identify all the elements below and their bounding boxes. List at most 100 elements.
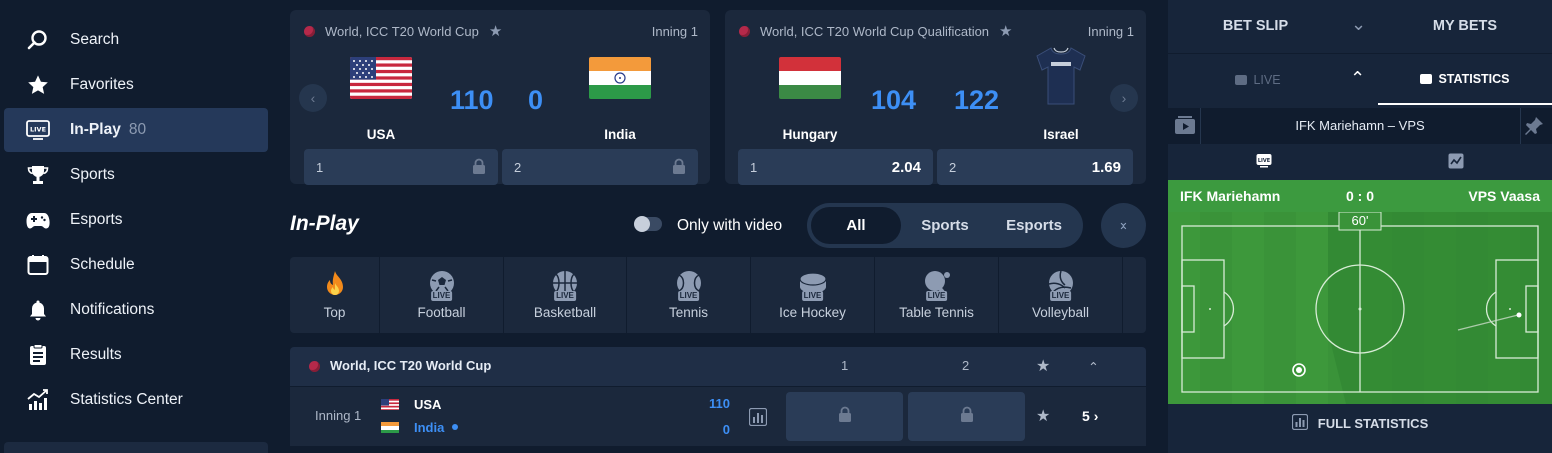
sport-tab-football[interactable]: LIVE Football [380, 257, 504, 333]
away-score: 122 [954, 85, 1000, 115]
odds-label: 1 [316, 159, 324, 175]
sidebar-item-label: Schedule [70, 256, 135, 273]
sport-tab-table-tennis[interactable]: LIVE Table Tennis [875, 257, 999, 333]
home-team-name: USA [366, 127, 396, 142]
video-only-toggle[interactable] [634, 216, 662, 232]
sidebar-item-label: Search [70, 31, 120, 48]
tab-my-bets[interactable]: MY BETS [1378, 0, 1552, 52]
odds-button-home[interactable]: 1 2.04 [738, 149, 933, 185]
bell-icon [26, 298, 50, 322]
tab-statistics[interactable]: STATISTICS [1378, 55, 1552, 105]
filter-sports[interactable]: Sports [901, 207, 989, 244]
odds-button-home[interactable]: 1 [304, 149, 498, 185]
sidebar-item-statistics-center[interactable]: Statistics Center [4, 378, 268, 422]
filter-all[interactable]: All [811, 207, 901, 244]
prev-arrow-button[interactable]: ‹ [299, 84, 327, 112]
sport-label: Basketball [533, 305, 597, 320]
basketball-live-icon: LIVE [551, 269, 579, 301]
match-minute: 60' [1351, 213, 1369, 228]
pitch-tracker: 60' [1168, 212, 1552, 404]
search-icon [26, 28, 50, 52]
odds-value: 1.69 [1091, 158, 1121, 176]
next-arrow-button[interactable]: › [1110, 84, 1138, 112]
tab-live-label: LIVE [1253, 73, 1281, 87]
sport-tab-top[interactable]: Top [290, 257, 380, 333]
home-score: 104 [871, 85, 917, 115]
chevron-up-icon[interactable]: ⌄ [1088, 358, 1099, 374]
sidebar-item-favorites[interactable]: Favorites [4, 63, 268, 107]
away-score: 0 [528, 85, 544, 115]
sidebar-item-in-play[interactable]: LIVE In-Play 80 [4, 108, 268, 152]
event-group-title: World, ICC T20 World Cup [330, 358, 492, 373]
sidebar-item-results[interactable]: Results [4, 333, 268, 377]
in-play-count-badge: 80 [128, 121, 147, 138]
favorite-star-icon[interactable]: ★ [489, 22, 502, 40]
tab-statistics-label: STATISTICS [1438, 72, 1510, 86]
ice-hockey-live-icon: LIVE [798, 269, 828, 301]
sport-label: Ice Hockey [779, 305, 846, 320]
scoreboard: IFK Mariehamn 0 : 0 VPS Vaasa [1168, 180, 1552, 212]
lock-icon [672, 158, 686, 177]
chevron-up-icon[interactable]: ⌄ [1350, 66, 1365, 87]
sidebar-item-search[interactable]: Search [4, 18, 268, 62]
inning-status: Inning 1 [651, 23, 698, 39]
live-badge: LIVE [677, 291, 700, 301]
chevron-right-icon: › [1093, 408, 1099, 424]
stats-icon [1291, 413, 1308, 433]
cricket-ball-icon [309, 361, 320, 372]
gamepad-icon [26, 208, 50, 232]
sport-tab-tennis[interactable]: LIVE Tennis [627, 257, 751, 333]
statistics-icon[interactable] [1448, 153, 1464, 174]
bet-slip-panel: BET SLIP ⌄ MY BETS LIVE ⌄ STATISTICS IFK… [1168, 0, 1552, 453]
serving-indicator [452, 424, 458, 430]
live-icon: LIVE [26, 118, 50, 142]
favorite-star-icon[interactable]: ★ [1036, 356, 1050, 376]
match-selector-bar[interactable]: IFK Mariehamn – VPS [1168, 108, 1552, 144]
stats-icon[interactable] [748, 407, 768, 431]
sidebar-item-schedule[interactable]: Schedule [4, 243, 268, 287]
tab-bet-slip[interactable]: BET SLIP [1168, 0, 1343, 52]
match-card[interactable]: World, ICC T20 World Cup Qualification ★… [725, 10, 1146, 185]
favorite-star-icon[interactable]: ★ [999, 22, 1012, 40]
sidebar-item-sports[interactable]: Sports [4, 153, 268, 197]
sidebar-item-label: Results [70, 346, 122, 363]
chevron-down-icon[interactable]: ⌄ [1351, 14, 1366, 35]
odds-button-away[interactable]: 2 [502, 149, 698, 185]
statistics-icon [1420, 74, 1433, 84]
home-team-name: USA [414, 397, 442, 412]
live-icon[interactable]: LIVE [1256, 153, 1272, 174]
pin-icon[interactable] [1524, 116, 1544, 141]
sidebar-item-label: Statistics Center [70, 391, 183, 408]
column-header-1: 1 [841, 358, 849, 373]
match-title: IFK Mariehamn – VPS [1295, 118, 1425, 133]
chevron-right-icon: › [1121, 90, 1127, 106]
india-flag-icon [589, 57, 651, 99]
event-status: Inning 1 [315, 408, 362, 423]
more-markets-link[interactable]: 5 › [1082, 408, 1098, 424]
live-badge: LIVE [925, 291, 948, 301]
sidebar-item-label: Notifications [70, 301, 155, 318]
odds-label: 2 [514, 159, 522, 175]
filter-segmented-control: All Sports Esports [807, 203, 1083, 248]
event-group-header[interactable]: World, ICC T20 World Cup 1 2 ★ ⌄ [290, 347, 1146, 386]
odds-button-away[interactable] [908, 392, 1025, 441]
collapse-all-button[interactable]: ⌄ ⌄ [1101, 203, 1146, 248]
sidebar-footer-panel [4, 442, 268, 453]
more-markets-count: 5 [1082, 408, 1090, 424]
svg-text:LIVE: LIVE [1258, 158, 1271, 164]
sport-tab-volleyball[interactable]: LIVE Volleyball [999, 257, 1123, 333]
sport-tab-basketball[interactable]: LIVE Basketball [504, 257, 627, 333]
star-icon [26, 73, 50, 97]
sidebar-item-esports[interactable]: Esports [4, 198, 268, 242]
hungary-flag-icon [779, 57, 841, 99]
match-card[interactable]: World, ICC T20 World Cup ★ Inning 1 ‹ 11… [290, 10, 710, 185]
sport-label: Football [417, 305, 466, 320]
sport-tab-ice-hockey[interactable]: LIVE Ice Hockey [751, 257, 875, 333]
odds-button-away[interactable]: 2 1.69 [937, 149, 1133, 185]
filter-esports[interactable]: Esports [989, 207, 1079, 244]
odds-button-home[interactable] [786, 392, 903, 441]
sidebar-item-notifications[interactable]: Notifications [4, 288, 268, 332]
tab-live[interactable]: LIVE [1168, 55, 1348, 105]
favorite-star-icon[interactable]: ★ [1036, 406, 1050, 426]
full-statistics-button[interactable]: FULL STATISTICS [1168, 406, 1552, 440]
